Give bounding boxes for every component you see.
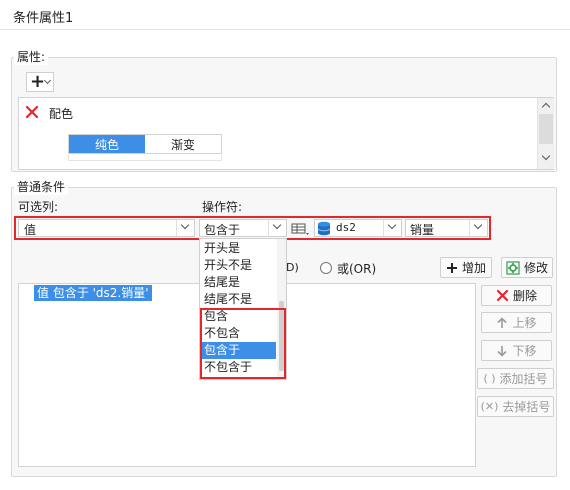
add-condition-button[interactable]: 增加 (440, 257, 492, 278)
plus-icon (446, 262, 457, 273)
remove-bracket-button[interactable]: (✕) 去掉括号 (477, 396, 554, 417)
properties-section-label: 属性: (14, 48, 49, 65)
chevron-down-icon (272, 220, 282, 230)
move-down-button[interactable]: 下移 (481, 340, 552, 361)
radio-or-label: 或(OR) (337, 262, 377, 276)
column-label: 可选列: (18, 200, 59, 214)
edit-condition-label: 修改 (523, 261, 548, 275)
operator-option[interactable]: 结尾不是 (204, 291, 252, 308)
color-mode-tabs: 纯色 渐变 (68, 134, 222, 154)
value-type-button[interactable] (291, 221, 311, 237)
field-select-value: 销量 (410, 223, 435, 237)
delete-condition-button[interactable]: 删除 (481, 285, 552, 306)
radio-or[interactable] (320, 262, 332, 274)
dataset-select-arrow[interactable] (383, 220, 401, 236)
edit-condition-button[interactable]: 修改 (501, 257, 553, 278)
tab-gradient[interactable]: 渐变 (145, 135, 221, 153)
operator-select[interactable]: 包含于 (199, 219, 287, 237)
bracket-icon: ( ) (483, 372, 496, 385)
operator-select-value: 包含于 (204, 223, 241, 237)
radio-and-label: D) (286, 261, 299, 274)
dataset-select[interactable]: ds2 (314, 219, 402, 237)
window-title: 条件属性1 (13, 11, 74, 26)
property-list: 配色 纯色 渐变 (18, 97, 554, 170)
dataset-select-value: ds2 (336, 221, 356, 234)
operator-label: 操作符: (202, 200, 243, 214)
condition-list-item[interactable]: 值 包含于 'ds2.销量' (34, 285, 152, 301)
conditions-section-label: 普通条件 (14, 178, 69, 195)
title-bar: 条件属性1 (0, 0, 570, 30)
property-list-scrollbar[interactable] (537, 98, 554, 169)
arrow-up-icon (497, 316, 508, 328)
operator-option[interactable]: 开头是 (204, 240, 240, 257)
plus-icon: + (30, 71, 46, 92)
tab-content-edge (68, 155, 222, 161)
chevron-down-icon (387, 220, 397, 230)
contains-options-highlight (200, 308, 286, 379)
table-icon (291, 223, 309, 235)
delete-property-icon[interactable] (25, 105, 39, 119)
database-icon (317, 221, 331, 236)
operator-option[interactable]: 开头不是 (204, 257, 252, 274)
arrow-down-icon (497, 345, 508, 357)
add-condition-label: 增加 (461, 261, 486, 275)
field-select[interactable]: 销量 (405, 219, 488, 237)
property-item-label: 配色 (49, 107, 74, 121)
delete-icon (496, 289, 509, 302)
move-up-button[interactable]: 上移 (481, 312, 552, 333)
chevron-down-icon (473, 220, 483, 230)
tab-solid-color[interactable]: 纯色 (69, 135, 145, 153)
add-bracket-label: 添加括号 (499, 372, 548, 386)
remove-bracket-icon: (✕) (480, 400, 499, 413)
scroll-up-icon[interactable] (541, 102, 551, 112)
remove-bracket-label: 去掉括号 (502, 400, 551, 414)
column-select-arrow[interactable] (176, 220, 194, 236)
column-select[interactable]: 值 (18, 219, 195, 237)
add-property-button[interactable]: + (26, 72, 54, 92)
operator-option[interactable]: 结尾是 (204, 274, 240, 291)
scroll-down-icon[interactable] (541, 151, 551, 161)
edit-icon (506, 260, 520, 275)
move-down-label: 下移 (512, 344, 537, 358)
move-up-label: 上移 (512, 316, 537, 330)
field-select-arrow[interactable] (469, 220, 487, 236)
column-select-value: 值 (24, 223, 37, 237)
scrollbar-thumb[interactable] (539, 114, 553, 144)
delete-condition-label: 删除 (512, 289, 537, 303)
chevron-down-icon (180, 220, 190, 230)
add-bracket-button[interactable]: ( ) 添加括号 (477, 368, 554, 389)
operator-select-arrow[interactable] (268, 220, 286, 236)
